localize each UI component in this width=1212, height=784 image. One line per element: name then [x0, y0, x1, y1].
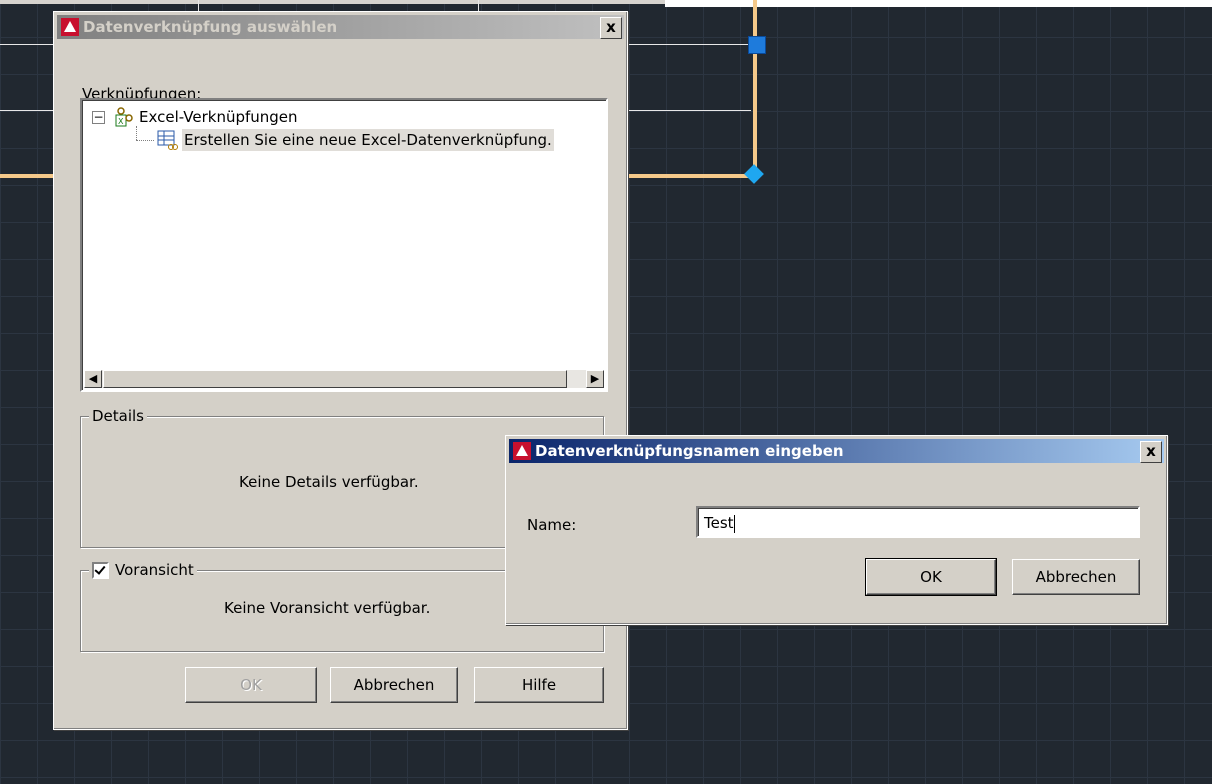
cad-polyline[interactable] [626, 174, 756, 178]
dialog-titlebar[interactable]: Datenverknüpfungsnamen eingeben x [509, 439, 1164, 463]
text-caret [733, 514, 735, 533]
scroll-thumb[interactable] [103, 370, 567, 388]
cancel-button[interactable]: Abbrechen [1012, 559, 1140, 595]
cad-toolbar-strip [0, 0, 665, 4]
details-text: Keine Details verfügbar. [239, 473, 419, 491]
cad-line [0, 44, 60, 45]
cad-line [626, 110, 751, 111]
preview-label[interactable]: Voransicht [115, 561, 194, 579]
cad-polyline[interactable] [0, 174, 60, 178]
enter-link-name-dialog: Datenverknüpfungsnamen eingeben x Name: … [505, 435, 1168, 625]
autocad-icon [61, 18, 79, 36]
tree-node-excel-links[interactable]: − X Excel-Verknüpfungen [92, 106, 298, 128]
cad-polyline[interactable] [753, 0, 757, 176]
dialog-title: Datenverknüpfungsnamen eingeben [535, 442, 844, 460]
cad-line [0, 110, 60, 111]
excel-links-icon: X [113, 106, 135, 128]
dialog-titlebar[interactable]: Datenverknüpfung auswählen x [57, 15, 624, 39]
cancel-button[interactable]: Abbrechen [330, 667, 458, 703]
autocad-icon [513, 442, 531, 460]
tree-node-label: Erstellen Sie eine neue Excel-Datenverkn… [182, 129, 554, 151]
close-button[interactable]: x [1140, 441, 1162, 463]
scroll-track[interactable] [568, 370, 586, 388]
details-label: Details [89, 407, 148, 425]
grip-square-icon[interactable] [748, 36, 766, 54]
name-input[interactable]: Test [696, 506, 1140, 538]
horizontal-scrollbar[interactable]: ◀ ▶ [84, 370, 604, 388]
tree-node-new-link[interactable]: Erstellen Sie eine neue Excel-Datenverkn… [156, 129, 554, 151]
tree-connector [136, 126, 138, 140]
scroll-left-icon[interactable]: ◀ [84, 370, 102, 388]
scroll-right-icon[interactable]: ▶ [586, 370, 604, 388]
links-tree[interactable]: − X Excel-Verknüpfungen Erstellen Sie ei… [80, 98, 608, 392]
svg-text:X: X [118, 117, 124, 126]
ok-button[interactable]: OK [185, 667, 317, 703]
preview-checkbox[interactable] [92, 561, 109, 579]
cad-line [626, 44, 751, 45]
tree-connector [136, 140, 154, 142]
collapse-icon[interactable]: − [92, 110, 105, 124]
new-data-link-icon [156, 129, 178, 151]
close-button[interactable]: x [600, 17, 622, 39]
name-input-value: Test [704, 514, 734, 532]
name-label: Name: [527, 516, 577, 534]
cad-panel-edge [665, 0, 1212, 7]
preview-text: Keine Voransicht verfügbar. [224, 599, 431, 617]
preview-legend: Voransicht [89, 561, 197, 579]
ok-button[interactable]: OK [865, 558, 997, 596]
tree-node-label: Excel-Verknüpfungen [139, 108, 298, 126]
help-button[interactable]: Hilfe [474, 667, 604, 703]
dialog-title: Datenverknüpfung auswählen [83, 18, 338, 36]
